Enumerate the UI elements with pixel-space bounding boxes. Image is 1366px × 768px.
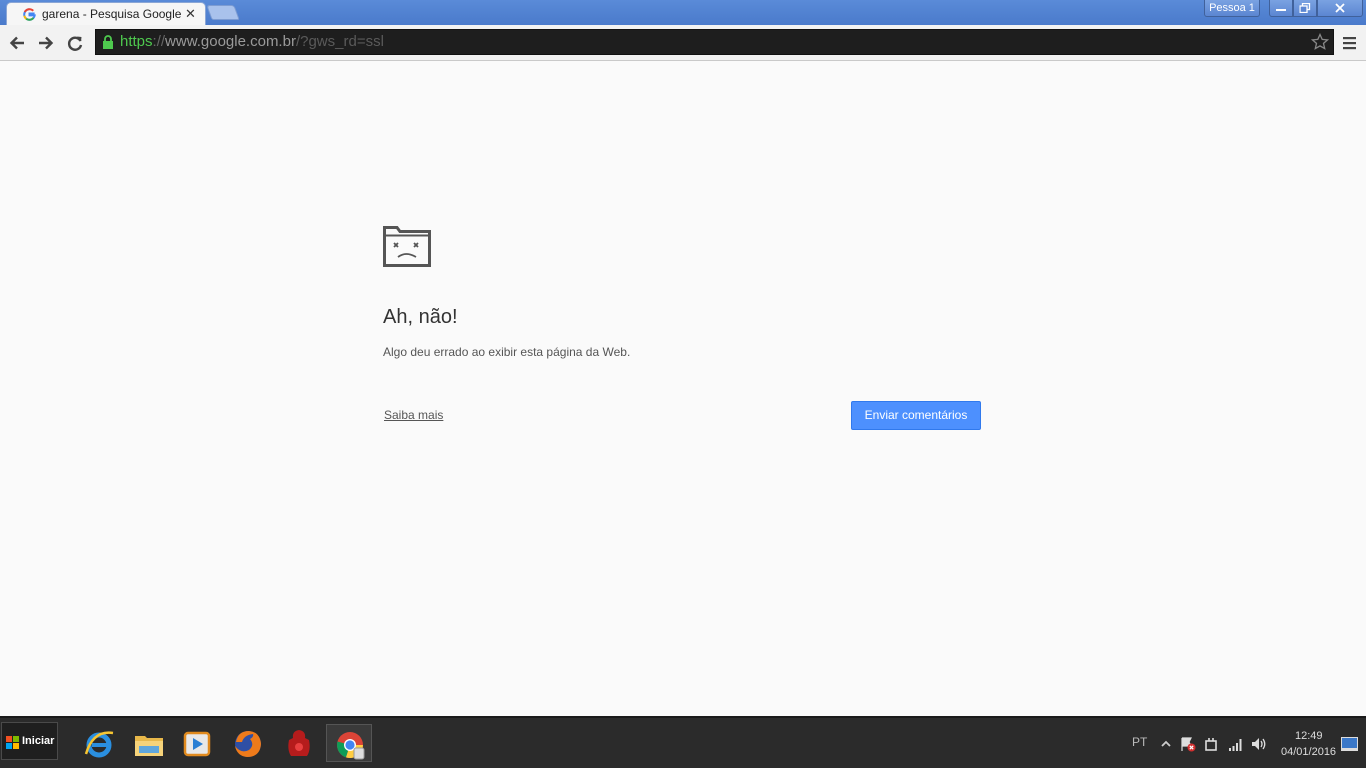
lock-icon xyxy=(103,35,113,49)
new-tab-button[interactable] xyxy=(206,5,240,20)
back-arrow-icon[interactable] xyxy=(6,32,28,54)
firefox-icon xyxy=(235,731,261,757)
sad-folder-icon xyxy=(383,226,431,267)
taskbar-app-firefox[interactable] xyxy=(225,724,271,762)
media-player-icon xyxy=(183,731,211,757)
volume-icon[interactable] xyxy=(1251,736,1267,752)
file-explorer-icon xyxy=(135,736,163,756)
url-scheme: https xyxy=(120,33,153,50)
minimize-icon xyxy=(1276,9,1286,11)
taskbar-app-media-player[interactable] xyxy=(174,724,220,762)
address-bar[interactable]: https://www.google.com.br/?gws_rd=ssl xyxy=(95,29,1334,55)
power-plug-icon[interactable] xyxy=(1203,736,1219,752)
error-message: Algo deu errado ao exibir esta página da… xyxy=(383,345,631,359)
send-feedback-button[interactable]: Enviar comentários xyxy=(851,401,981,430)
taskbar: Iniciar PT 12:49 04/01/2016 xyxy=(0,716,1366,768)
taskbar-app-garena[interactable] xyxy=(276,724,322,762)
clock-date[interactable]: 04/01/2016 xyxy=(1281,746,1336,758)
action-center-flag-icon[interactable] xyxy=(1180,736,1196,752)
taskbar-app-chrome[interactable] xyxy=(326,724,372,762)
taskbar-app-file-explorer[interactable] xyxy=(126,724,172,762)
chrome-icon xyxy=(337,732,365,760)
clock-time[interactable]: 12:49 xyxy=(1295,730,1323,742)
browser-toolbar: https://www.google.com.br/?gws_rd=ssl xyxy=(0,25,1366,61)
forward-arrow-icon[interactable] xyxy=(35,32,57,54)
google-g-icon xyxy=(23,8,36,21)
tab-active[interactable]: garena - Pesquisa Google ✕ xyxy=(6,2,206,25)
show-hidden-icons-chevron-icon[interactable] xyxy=(1158,736,1174,752)
tab-title: garena - Pesquisa Google xyxy=(42,7,182,21)
restore-icon xyxy=(1299,3,1311,13)
minimize-button[interactable] xyxy=(1269,0,1293,17)
url-text[interactable]: https://www.google.com.br/?gws_rd=ssl xyxy=(120,33,384,50)
profile-button[interactable]: Pessoa 1 xyxy=(1204,0,1260,17)
show-desktop-icon[interactable] xyxy=(1341,737,1358,751)
language-indicator[interactable]: PT xyxy=(1132,735,1147,749)
close-icon xyxy=(1335,3,1345,13)
url-separator: :// xyxy=(152,33,166,50)
url-host: www.google.com.br xyxy=(165,33,296,50)
start-label: Iniciar xyxy=(22,735,55,747)
close-window-button[interactable] xyxy=(1317,0,1363,17)
title-bar: garena - Pesquisa Google ✕ Pessoa 1 xyxy=(0,0,1366,25)
garena-icon xyxy=(288,730,310,756)
url-path: /?gws_rd=ssl xyxy=(295,33,384,50)
reload-icon[interactable] xyxy=(64,32,86,54)
error-title: Ah, não! xyxy=(383,306,458,328)
windows-logo-icon xyxy=(6,736,19,749)
bookmark-star-icon[interactable] xyxy=(1311,33,1329,51)
learn-more-link[interactable]: Saiba mais xyxy=(384,408,443,422)
hamburger-menu-icon[interactable] xyxy=(1341,34,1359,52)
taskbar-app-internet-explorer[interactable] xyxy=(76,724,122,762)
start-button[interactable]: Iniciar xyxy=(1,722,58,760)
tab-close-icon[interactable]: ✕ xyxy=(185,6,196,22)
restore-button[interactable] xyxy=(1293,0,1317,17)
network-signal-icon[interactable] xyxy=(1228,736,1244,752)
internet-explorer-icon xyxy=(84,731,114,758)
